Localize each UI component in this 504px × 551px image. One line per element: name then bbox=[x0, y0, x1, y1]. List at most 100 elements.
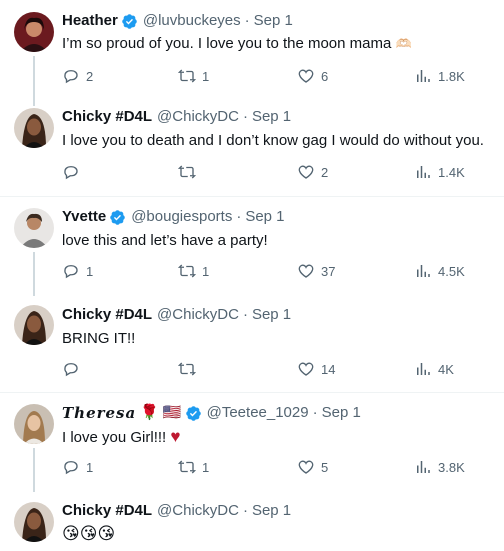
tweet-6[interactable]: Chicky #D4L @ChickyDC · Sep 1 😘😘😘 bbox=[0, 490, 504, 551]
tweet-actions: 2 1 6 1.8K bbox=[62, 67, 472, 87]
separator: · bbox=[242, 108, 248, 125]
tweet-3[interactable]: Yvette @bougiesports · Sep 1 love this a… bbox=[0, 196, 504, 296]
heart-icon bbox=[298, 460, 314, 474]
tweet-header: Yvette @bougiesports · Sep 1 bbox=[62, 208, 285, 226]
retweet-icon bbox=[178, 362, 196, 376]
avatar-chicky[interactable] bbox=[14, 305, 54, 345]
display-name[interactable]: Chicky #D4L bbox=[62, 502, 152, 520]
display-name[interactable]: Yvette bbox=[62, 208, 106, 226]
handle[interactable]: @ChickyDC bbox=[157, 108, 239, 126]
view-count: 1.4K bbox=[438, 164, 465, 180]
avatar-theresa[interactable] bbox=[14, 404, 54, 444]
heart-icon bbox=[298, 264, 314, 278]
handle[interactable]: @bougiesports bbox=[131, 208, 232, 226]
retweet-button[interactable]: 1 bbox=[178, 458, 209, 476]
retweet-icon bbox=[178, 264, 196, 278]
timestamp[interactable]: Sep 1 bbox=[254, 12, 293, 30]
timestamp[interactable]: Sep 1 bbox=[245, 208, 284, 226]
tweet-5[interactable]: 𝑻𝒉𝒆𝒓𝒆𝒔𝒂 🌹 🇺🇸 @Teetee_1029 · Sep 1 I love… bbox=[0, 392, 504, 492]
heart-icon bbox=[298, 362, 314, 376]
retweet-button[interactable]: 1 bbox=[178, 262, 209, 280]
tweet-actions: 1 1 37 4.5K bbox=[62, 262, 472, 282]
tweet-text: I’m so proud of you. I love you to the m… bbox=[62, 34, 412, 54]
display-name[interactable]: Heather bbox=[62, 12, 118, 30]
view-count: 1.8K bbox=[438, 68, 465, 84]
tweet-text: I love you Girl!!! ♥ bbox=[62, 427, 180, 448]
like-button[interactable]: 5 bbox=[297, 458, 328, 476]
like-button[interactable]: 2 bbox=[297, 163, 328, 181]
retweet-button[interactable] bbox=[178, 360, 196, 378]
avatar-chicky-image bbox=[14, 502, 54, 542]
like-count: 14 bbox=[321, 361, 336, 377]
reply-icon bbox=[64, 461, 78, 475]
like-count: 5 bbox=[321, 459, 329, 475]
us-flag-emoji: 🇺🇸 bbox=[162, 404, 182, 421]
tweet-text: I love you to death and I don’t know gag… bbox=[62, 132, 484, 149]
retweet-button[interactable] bbox=[178, 163, 196, 181]
views-button[interactable]: 4K bbox=[414, 360, 454, 378]
tweet-text: 😘😘😘 bbox=[62, 524, 116, 543]
like-button[interactable]: 14 bbox=[297, 360, 335, 378]
views-button[interactable]: 1.8K bbox=[414, 67, 465, 85]
views-button[interactable]: 4.5K bbox=[414, 262, 465, 280]
thread-line bbox=[33, 448, 35, 492]
view-count: 4.5K bbox=[438, 263, 465, 279]
views-button[interactable]: 3.8K bbox=[414, 458, 465, 476]
avatar-yvette[interactable] bbox=[14, 208, 54, 248]
timestamp[interactable]: Sep 1 bbox=[252, 502, 291, 520]
avatar-chicky[interactable] bbox=[14, 108, 54, 148]
views-icon bbox=[417, 70, 430, 82]
retweet-icon bbox=[178, 69, 196, 83]
retweet-count: 1 bbox=[202, 459, 210, 475]
avatar-heather[interactable] bbox=[14, 12, 54, 52]
timestamp[interactable]: Sep 1 bbox=[252, 108, 291, 126]
reply-icon bbox=[64, 265, 78, 279]
verified-badge-icon bbox=[185, 405, 201, 421]
tweet-4[interactable]: Chicky #D4L @ChickyDC · Sep 1 BRING IT!!… bbox=[0, 293, 504, 393]
like-button[interactable]: 37 bbox=[297, 262, 335, 280]
tweet-header: 𝑻𝒉𝒆𝒓𝒆𝒔𝒂 🌹 🇺🇸 @Teetee_1029 · Sep 1 bbox=[62, 404, 361, 422]
like-count: 6 bbox=[321, 68, 329, 84]
views-icon bbox=[417, 265, 430, 277]
reply-button[interactable]: 2 bbox=[62, 67, 93, 85]
reply-count: 2 bbox=[86, 68, 94, 84]
verified-badge-icon bbox=[110, 209, 125, 225]
tweet-1[interactable]: Heather @luvbuckeyes · Sep 1 I’m so prou… bbox=[0, 0, 504, 106]
retweet-button[interactable]: 1 bbox=[178, 67, 209, 85]
handle[interactable]: @luvbuckeyes bbox=[143, 12, 241, 30]
reply-button[interactable]: 1 bbox=[62, 262, 93, 280]
handle[interactable]: @ChickyDC bbox=[157, 306, 239, 324]
heart-hands-emoji: 🫶🏻 bbox=[395, 36, 412, 51]
reply-button[interactable] bbox=[62, 360, 80, 378]
heart-icon bbox=[298, 69, 314, 83]
handle[interactable]: @Teetee_1029 bbox=[207, 404, 309, 422]
rose-emoji: 🌹 bbox=[140, 404, 159, 421]
timestamp[interactable]: Sep 1 bbox=[252, 306, 291, 324]
display-name[interactable]: Chicky #D4L bbox=[62, 108, 152, 126]
reply-button[interactable] bbox=[62, 163, 80, 181]
views-button[interactable]: 1.4K bbox=[414, 163, 465, 181]
retweet-count: 1 bbox=[202, 68, 210, 84]
tweet-header: Heather @luvbuckeyes · Sep 1 bbox=[62, 12, 293, 30]
display-name[interactable]: 𝑻𝒉𝒆𝒓𝒆𝒔𝒂 bbox=[62, 404, 136, 422]
tweet-text-content: I love you Girl!!! bbox=[62, 429, 167, 446]
tweet-text: love this and let’s have a party! bbox=[62, 232, 268, 249]
display-name[interactable]: Chicky #D4L bbox=[62, 306, 152, 324]
tweet-header: Chicky #D4L @ChickyDC · Sep 1 bbox=[62, 306, 291, 324]
avatar-chicky-image bbox=[14, 108, 54, 148]
views-icon bbox=[417, 166, 430, 178]
handle[interactable]: @ChickyDC bbox=[157, 502, 239, 520]
reply-icon bbox=[64, 166, 78, 180]
avatar-chicky[interactable] bbox=[14, 502, 54, 542]
like-button[interactable]: 6 bbox=[297, 67, 328, 85]
avatar-yvette-image bbox=[14, 208, 54, 248]
timestamp[interactable]: Sep 1 bbox=[322, 404, 361, 422]
reply-button[interactable]: 1 bbox=[62, 458, 93, 476]
tweet-header: Chicky #D4L @ChickyDC · Sep 1 bbox=[62, 108, 291, 126]
separator: · bbox=[236, 208, 242, 225]
tweet-text: BRING IT!! bbox=[62, 330, 136, 347]
views-icon bbox=[417, 461, 430, 473]
tweet-2[interactable]: Chicky #D4L @ChickyDC · Sep 1 I love you… bbox=[0, 96, 504, 196]
tweet-text-content: I’m so proud of you. I love you to the m… bbox=[62, 35, 392, 52]
tweet-actions: 1 1 5 3.8K bbox=[62, 458, 472, 478]
